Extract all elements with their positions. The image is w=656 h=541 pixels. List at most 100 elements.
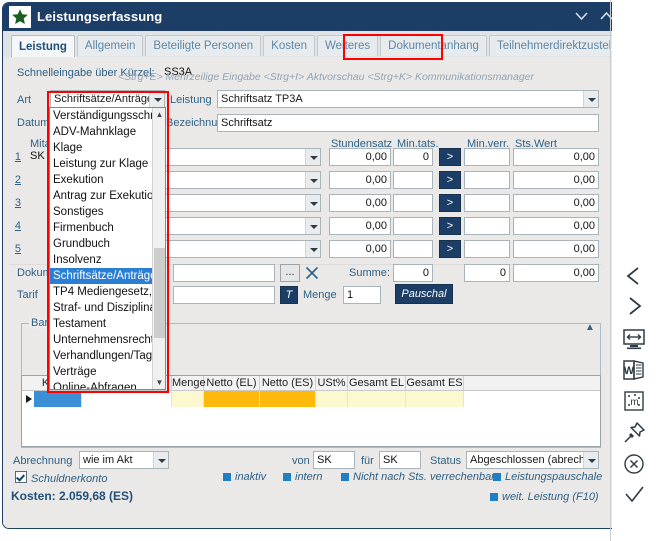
cell-gesamt-el[interactable] — [348, 391, 406, 407]
menge-input[interactable]: 1 — [343, 286, 381, 304]
art-combobox[interactable]: Schriftsätze/Anträge — [50, 90, 165, 108]
stundensatz-input[interactable]: 0,00 — [329, 148, 391, 166]
transfer-minutes-button[interactable]: > — [439, 148, 461, 166]
transfer-minutes-button[interactable]: > — [439, 194, 461, 212]
dropdown-scrollbar[interactable]: ▲ ▼ — [152, 108, 165, 389]
tab-kosten[interactable]: Kosten — [263, 35, 315, 56]
chevron-right-icon[interactable] — [620, 292, 648, 320]
dropdown-item[interactable]: Online-Abfragen — [50, 380, 153, 389]
macro-m-icon[interactable]: m — [620, 387, 648, 415]
dropdown-item[interactable]: Firmenbuch — [50, 220, 153, 236]
min-tats-input[interactable]: 0 — [393, 148, 433, 166]
leistung-combobox[interactable]: Schriftsatz TP3A — [217, 90, 599, 108]
taetigkeit-chevron-down-icon[interactable] — [305, 195, 320, 211]
min-verr-input[interactable] — [464, 171, 510, 189]
transfer-minutes-button[interactable]: > — [439, 217, 461, 235]
min-verr-input[interactable] — [464, 240, 510, 258]
cancel-circle-icon[interactable] — [620, 450, 648, 478]
dropdown-item[interactable]: Verträge — [50, 364, 153, 380]
chevron-left-icon[interactable] — [620, 262, 648, 290]
taetigkeit-combobox[interactable] — [149, 217, 321, 235]
minimize-chevron-down-icon[interactable] — [571, 5, 593, 29]
dokument-input[interactable] — [173, 264, 275, 282]
cell-netto-el[interactable] — [204, 391, 260, 407]
dropdown-item[interactable]: ADV-Mahnklage — [50, 124, 153, 140]
inaktiv-toggle[interactable]: inaktiv — [223, 471, 266, 483]
min-tats-input[interactable] — [393, 194, 433, 212]
dropdown-item[interactable]: Testament — [50, 316, 153, 332]
dokument-browse-button[interactable]: ... — [280, 264, 300, 282]
confirm-check-icon[interactable] — [620, 481, 648, 509]
min-verr-input[interactable] — [464, 194, 510, 212]
cell-gesamt-es[interactable] — [406, 391, 464, 407]
col-netto-el[interactable]: Netto (EL) — [204, 376, 260, 391]
dropdown-item[interactable]: Straf- und Disziplinar — [50, 300, 153, 316]
tab-weiteres[interactable]: Weiteres — [316, 35, 379, 56]
col-gesamt-el[interactable]: Gesamt EL — [348, 376, 406, 391]
dropdown-item[interactable]: Verhandlungen/Tags — [50, 348, 153, 364]
pauschal-button[interactable]: Pauschal — [395, 284, 453, 304]
fuer-input[interactable]: SK — [379, 451, 421, 469]
transfer-minutes-button[interactable]: > — [439, 171, 461, 189]
dropdown-item[interactable]: Verständigungsschreiben — [50, 108, 153, 124]
status-combobox[interactable]: Abgeschlossen (abrechenbar) — [466, 451, 599, 469]
von-input[interactable]: SK — [313, 451, 355, 469]
schuldnerkonto-checkbox[interactable]: Schuldnerkonto — [15, 471, 107, 485]
taetigkeit-chevron-down-icon[interactable] — [305, 172, 320, 188]
tarif-t-button[interactable]: T — [280, 286, 298, 304]
dropdown-item[interactable]: Antrag zur Exekution — [50, 188, 153, 204]
intern-toggle[interactable]: intern — [283, 471, 323, 483]
scroll-up-arrow-icon[interactable]: ▲ — [153, 108, 165, 121]
cell-menge[interactable] — [172, 391, 204, 407]
tab-beteiligte-personen[interactable]: Beteiligte Personen — [145, 35, 262, 56]
dropdown-item[interactable]: Grundbuch — [50, 236, 153, 252]
cell-bezeichnung[interactable] — [82, 391, 172, 407]
col-gesamt-es[interactable]: Gesamt ES — [406, 376, 464, 391]
tab-allgemein[interactable]: Allgemein — [76, 35, 144, 56]
cell-ust[interactable] — [316, 391, 348, 407]
taetigkeit-combobox[interactable] — [149, 148, 321, 166]
min-tats-input[interactable] — [393, 171, 433, 189]
cell-netto-es[interactable] — [260, 391, 316, 407]
scrollbar-thumb[interactable] — [154, 248, 165, 338]
dropdown-item[interactable]: Exekution — [50, 172, 153, 188]
dropdown-item[interactable]: TP4 Mediengesetz, Pr — [50, 284, 153, 300]
leistung-chevron-down-icon[interactable] — [583, 91, 598, 107]
pushpin-icon[interactable] — [620, 419, 648, 447]
taetigkeit-combobox[interactable] — [149, 240, 321, 258]
taetigkeit-chevron-down-icon[interactable] — [305, 218, 320, 234]
min-tats-input[interactable] — [393, 217, 433, 235]
barauslagen-collapse-icon[interactable]: ▲ — [585, 322, 595, 333]
sts-wert-input[interactable]: 0,00 — [513, 240, 599, 258]
abrechnung-combobox[interactable]: wie im Akt — [79, 451, 169, 469]
monitor-resize-icon[interactable] — [620, 325, 648, 353]
dropdown-item[interactable]: Klage — [50, 140, 153, 156]
bezeichnung-input[interactable]: Schriftsatz — [217, 114, 599, 132]
min-verr-input[interactable] — [464, 217, 510, 235]
nicht-verrechenbar-toggle[interactable]: Nicht nach Sts. verrechenbar — [341, 471, 495, 483]
dropdown-item[interactable]: Insolvenz — [50, 252, 153, 268]
col-menge[interactable]: Menge — [172, 376, 206, 391]
word-document-icon[interactable]: W — [620, 356, 648, 384]
transfer-minutes-button[interactable]: > — [439, 240, 461, 258]
taetigkeit-combobox[interactable] — [149, 171, 321, 189]
art-dropdown-list[interactable]: Verständigungsschreiben ADV-Mahnklage Kl… — [49, 107, 166, 390]
cell-kuerzel[interactable] — [34, 391, 82, 407]
tab-dokumentanhang[interactable]: Dokumentanhang — [380, 35, 487, 56]
tab-leistung[interactable]: Leistung — [11, 35, 75, 57]
stundensatz-input[interactable]: 0,00 — [329, 217, 391, 235]
scroll-down-arrow-icon[interactable]: ▼ — [153, 376, 165, 389]
sts-wert-input[interactable]: 0,00 — [513, 171, 599, 189]
col-netto-es[interactable]: Netto (ES) — [260, 376, 316, 391]
min-tats-input[interactable] — [393, 240, 433, 258]
sts-wert-input[interactable]: 0,00 — [513, 148, 599, 166]
weitere-leistung-action[interactable]: weit. Leistung (F10) — [490, 491, 599, 503]
status-chevron-down-icon[interactable] — [583, 452, 598, 468]
dropdown-item[interactable]: Sonstiges — [50, 204, 153, 220]
art-chevron-down-icon[interactable] — [149, 91, 164, 107]
sts-wert-input[interactable]: 0,00 — [513, 194, 599, 212]
taetigkeit-chevron-down-icon[interactable] — [305, 241, 320, 257]
stundensatz-input[interactable]: 0,00 — [329, 194, 391, 212]
min-verr-input[interactable] — [464, 148, 510, 166]
dokument-remove-icon[interactable] — [303, 264, 321, 282]
